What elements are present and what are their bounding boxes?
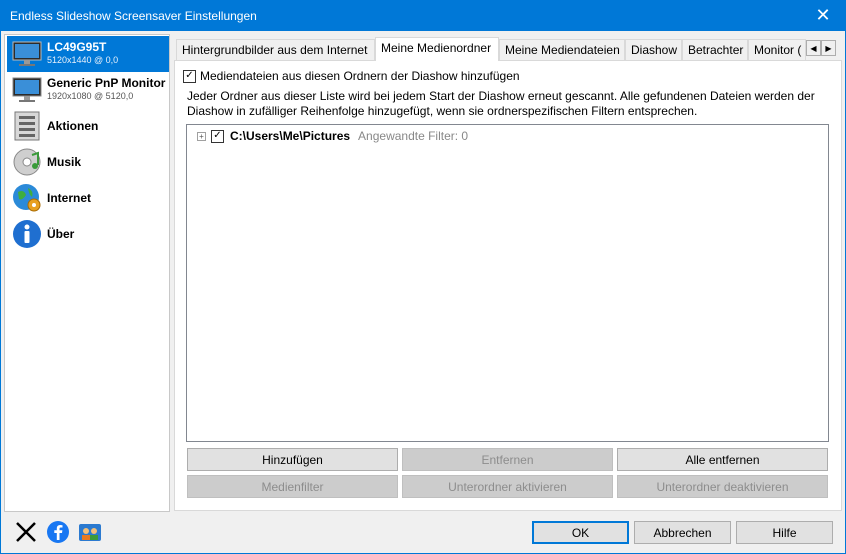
add-media-checkbox[interactable]: ✓ Mediendateien aus diesen Ordnern der D… bbox=[183, 69, 520, 83]
sidebar-item-resolution: 1920x1080 @ 5120,0 bbox=[47, 91, 134, 101]
globe-icon bbox=[11, 182, 43, 214]
add-media-checkbox-label: Mediendateien aus diesen Ordnern der Dia… bbox=[200, 69, 520, 83]
actions-list-icon bbox=[11, 110, 43, 142]
folder-path: C:\Users\Me\Pictures bbox=[230, 129, 351, 143]
music-cd-icon bbox=[11, 146, 43, 178]
sidebar-item-about[interactable]: Über bbox=[7, 217, 169, 251]
sidebar-item-label: Über bbox=[47, 226, 75, 241]
expand-icon[interactable]: + bbox=[197, 131, 206, 141]
remove-all-button[interactable]: Alle entfernen bbox=[617, 448, 828, 471]
cancel-button[interactable]: Abbrechen bbox=[634, 521, 731, 544]
disable-subfolders-button[interactable]: Unterordner deaktivieren bbox=[617, 475, 828, 498]
facebook-icon[interactable] bbox=[46, 520, 70, 544]
sidebar-item-label: Musik bbox=[47, 154, 82, 169]
sidebar-item-label: Aktionen bbox=[47, 118, 99, 133]
title-bar: Endless Slideshow Screensaver Einstellun… bbox=[0, 0, 846, 31]
sidebar-item-monitor-2[interactable]: Generic PnP Monitor 1920x1080 @ 5120,0 bbox=[7, 73, 169, 107]
folder-tree[interactable]: + ✓ C:\Users\Me\Pictures Angewandte Filt… bbox=[186, 124, 829, 442]
tree-row[interactable]: + ✓ C:\Users\Me\Pictures Angewandte Filt… bbox=[197, 129, 468, 143]
close-icon[interactable]: ✕ bbox=[800, 0, 846, 31]
sidebar-item-label: LC49G95T bbox=[47, 40, 107, 54]
sidebar-item-internet[interactable]: Internet bbox=[7, 181, 169, 215]
sidebar-item-label: Generic PnP Monitor bbox=[47, 76, 166, 90]
community-icon[interactable] bbox=[78, 520, 102, 544]
sidebar: LC49G95T 5120x1440 @ 0,0 Generic PnP Mon… bbox=[4, 34, 170, 512]
sidebar-item-label: Internet bbox=[47, 190, 92, 205]
add-button[interactable]: Hinzufügen bbox=[187, 448, 398, 471]
tab-strip: Hintergrundbilder aus dem Internet Meine… bbox=[174, 37, 842, 61]
tab-scroll-right-icon[interactable]: ▶ bbox=[821, 40, 836, 56]
sidebar-item-music[interactable]: Musik bbox=[7, 145, 169, 179]
tab-monitor[interactable]: Monitor ( bbox=[748, 39, 806, 60]
tab-internet-wallpapers[interactable]: Hintergrundbilder aus dem Internet bbox=[176, 39, 375, 60]
monitor-icon bbox=[11, 38, 43, 70]
tab-scroll-left-icon[interactable]: ◀ bbox=[806, 40, 821, 56]
tab-my-media-files[interactable]: Meine Mediendateien bbox=[499, 39, 625, 60]
info-icon bbox=[11, 218, 43, 250]
remove-button[interactable]: Entfernen bbox=[402, 448, 613, 471]
folder-filter-count: Angewandte Filter: 0 bbox=[358, 129, 469, 143]
media-filter-button[interactable]: Medienfilter bbox=[187, 475, 398, 498]
monitor-icon bbox=[11, 74, 43, 106]
enable-subfolders-button[interactable]: Unterordner aktivieren bbox=[402, 475, 613, 498]
sidebar-item-actions[interactable]: Aktionen bbox=[7, 109, 169, 143]
folder-description: Jeder Ordner aus dieser Liste wird bei j… bbox=[187, 89, 815, 118]
x-twitter-icon[interactable] bbox=[14, 520, 38, 544]
checkbox-box[interactable]: ✓ bbox=[183, 69, 196, 83]
tab-my-media-folders[interactable]: Meine Medienordner bbox=[375, 37, 499, 61]
tab-viewer[interactable]: Betrachter bbox=[682, 39, 748, 60]
sidebar-item-monitor-1[interactable]: LC49G95T 5120x1440 @ 0,0 bbox=[7, 36, 169, 72]
ok-button[interactable]: OK bbox=[532, 521, 629, 544]
window-title: Endless Slideshow Screensaver Einstellun… bbox=[10, 9, 257, 23]
folder-checkbox[interactable]: ✓ bbox=[211, 129, 224, 143]
help-button[interactable]: Hilfe bbox=[736, 521, 833, 544]
tab-slideshow[interactable]: Diashow bbox=[625, 39, 682, 60]
tab-scroll-arrows: ◀ ▶ bbox=[806, 40, 836, 56]
sidebar-item-resolution: 5120x1440 @ 0,0 bbox=[47, 55, 119, 65]
social-links bbox=[14, 520, 102, 544]
